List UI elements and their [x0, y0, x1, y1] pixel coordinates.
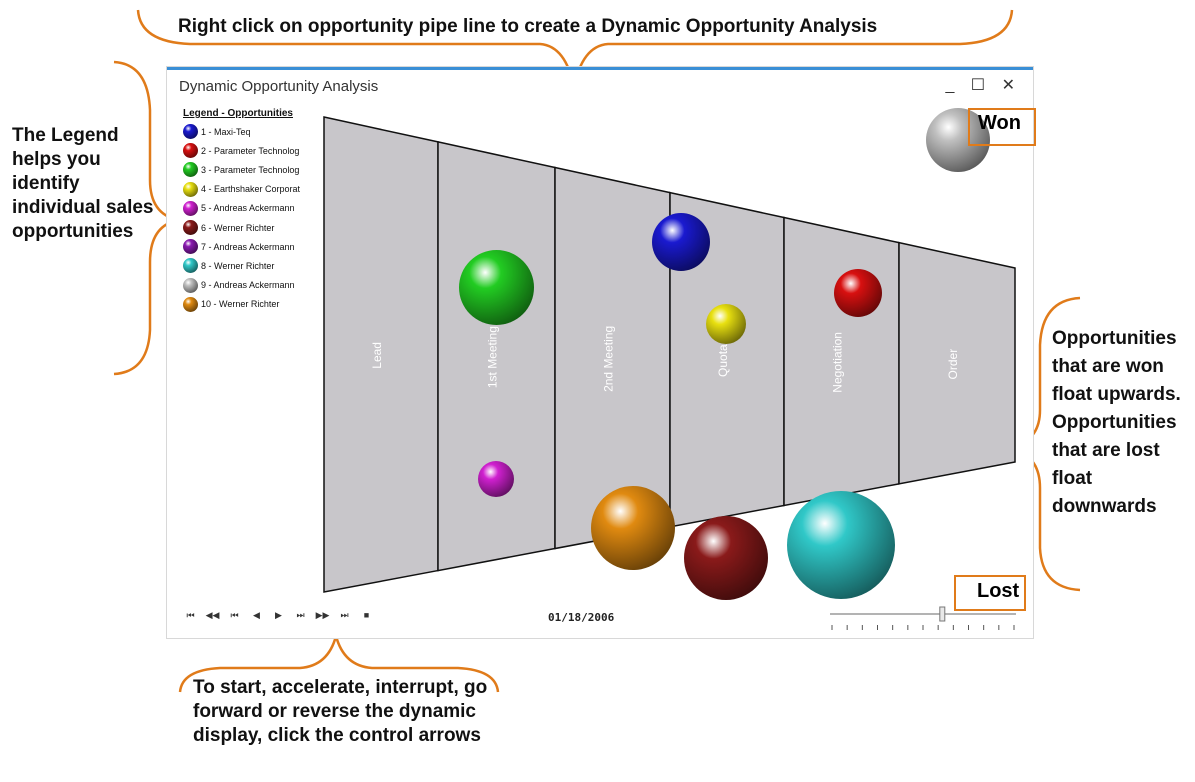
forward-button[interactable]: ▶▶: [315, 610, 330, 621]
won-label: Won: [978, 112, 1021, 134]
current-date: 01/18/2006: [548, 611, 615, 624]
stage-label: Order: [946, 349, 960, 380]
speed-slider[interactable]: [828, 598, 1018, 634]
opportunity-ball[interactable]: [478, 461, 514, 497]
slider-thumb[interactable]: [939, 606, 946, 622]
stage-label: Negotiation: [831, 332, 845, 393]
opportunity-ball[interactable]: [458, 249, 534, 325]
reverse-button[interactable]: ◀: [249, 610, 264, 621]
opportunity-ball[interactable]: [652, 213, 710, 271]
stage-label: Quota: [716, 344, 730, 377]
opportunity-ball[interactable]: [834, 269, 882, 317]
stage-label: Lead: [370, 342, 384, 369]
opportunity-ball[interactable]: [706, 304, 746, 344]
opportunity-ball[interactable]: [684, 516, 768, 600]
opportunity-ball[interactable]: [787, 491, 895, 599]
stage-label: 1st Meeting: [486, 326, 500, 388]
prev-step-button[interactable]: ⏮: [227, 610, 242, 621]
stage-label: 2nd Meeting: [602, 326, 616, 392]
next-step-button[interactable]: ⏭: [293, 610, 308, 621]
rewind-button[interactable]: ◀◀: [205, 610, 220, 621]
opportunity-ball[interactable]: [591, 486, 675, 570]
playback-controls: ⏮ ◀◀ ⏮ ◀ ▶ ⏭ ▶▶ ⏭ ■: [183, 610, 374, 621]
first-button[interactable]: ⏮: [183, 610, 198, 621]
stop-button[interactable]: ■: [359, 610, 374, 621]
play-button[interactable]: ▶: [271, 610, 286, 621]
won-tag: Won: [968, 108, 1036, 146]
last-button[interactable]: ⏭: [337, 610, 352, 621]
